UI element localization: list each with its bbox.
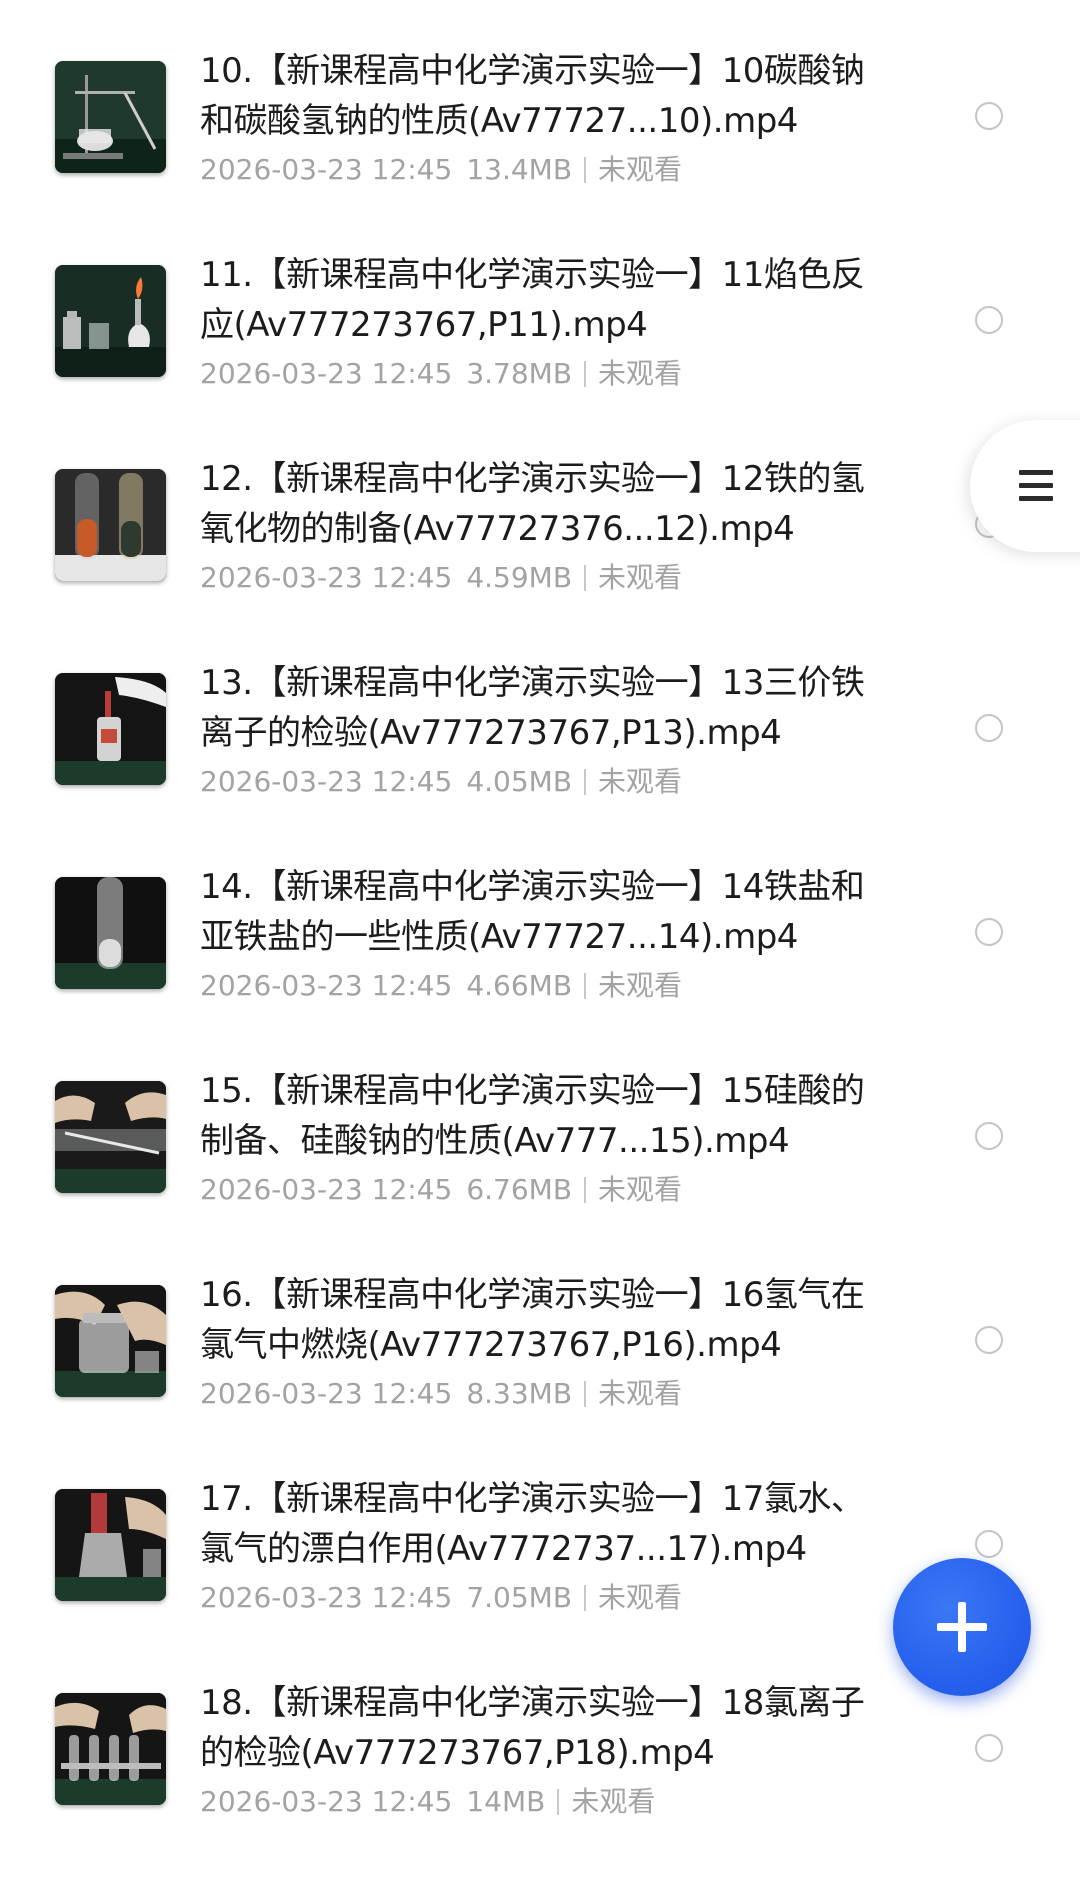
file-meta: 2026-03-23 12:45 14MB 未观看 <box>200 1784 655 1820</box>
add-button[interactable] <box>893 1558 1031 1696</box>
watch-status: 未观看 <box>598 1581 683 1614</box>
video-thumbnail[interactable] <box>55 469 166 581</box>
file-title: 11.【新课程高中化学演示实验一】11焰色反应(Av777273767,P11)… <box>200 255 865 345</box>
meta-divider <box>584 157 587 183</box>
list-item[interactable]: 15.【新课程高中化学演示实验一】15硅酸的制备、硅酸钠的性质(Av777...… <box>0 1071 1080 1282</box>
file-meta: 2026-03-23 12:45 6.76MB 未观看 <box>200 1172 682 1208</box>
select-radio[interactable] <box>975 1122 1003 1150</box>
meta-divider <box>584 361 587 387</box>
video-thumbnail[interactable] <box>55 1693 166 1805</box>
file-meta: 2026-03-23 12:45 13.4MB 未观看 <box>200 152 682 188</box>
file-size: 13.4MB <box>466 153 573 186</box>
video-thumbnail[interactable] <box>55 265 166 377</box>
file-size: 8.33MB <box>466 1377 573 1410</box>
file-size: 7.05MB <box>466 1581 573 1614</box>
meta-divider <box>584 1585 587 1611</box>
file-size: 4.05MB <box>466 765 573 798</box>
watch-status: 未观看 <box>598 969 683 1002</box>
video-thumbnail[interactable] <box>55 1285 166 1397</box>
select-radio[interactable] <box>975 714 1003 742</box>
tube-rack-icon <box>55 1693 166 1805</box>
menu-icon-line <box>1019 496 1053 501</box>
watch-status: 未观看 <box>598 357 683 390</box>
flask-dropper-icon <box>55 1489 166 1601</box>
dropper-bottle-icon <box>55 673 166 785</box>
video-thumbnail[interactable] <box>55 1081 166 1193</box>
file-title: 17.【新课程高中化学演示实验一】17氯水、氯气的漂白作用(Av7772737.… <box>200 1479 865 1569</box>
file-date: 2026-03-23 12:45 <box>200 969 453 1002</box>
video-thumbnail[interactable] <box>55 61 166 173</box>
file-date: 2026-03-23 12:45 <box>200 1785 453 1818</box>
file-size: 14MB <box>466 1785 546 1818</box>
list-item[interactable]: 10.【新课程高中化学演示实验一】10碳酸钠和碳酸氢钠的性质(Av77727..… <box>0 51 1080 262</box>
select-radio[interactable] <box>975 1326 1003 1354</box>
file-title: 16.【新课程高中化学演示实验一】16氢气在氯气中燃烧(Av777273767,… <box>200 1275 865 1365</box>
watch-status: 未观看 <box>598 1173 683 1206</box>
file-title: 18.【新课程高中化学演示实验一】18氯离子的检验(Av777273767,P1… <box>200 1683 865 1773</box>
file-date: 2026-03-23 12:45 <box>200 1581 453 1614</box>
watch-status: 未观看 <box>571 1785 656 1818</box>
list-item[interactable]: 14.【新课程高中化学演示实验一】14铁盐和亚铁盐的一些性质(Av77727..… <box>0 867 1080 1078</box>
watch-status: 未观看 <box>598 561 683 594</box>
meta-divider <box>584 973 587 999</box>
select-radio[interactable] <box>975 306 1003 334</box>
meta-divider <box>584 565 587 591</box>
select-radio[interactable] <box>975 1734 1003 1762</box>
file-date: 2026-03-23 12:45 <box>200 1173 453 1206</box>
file-date: 2026-03-23 12:45 <box>200 153 453 186</box>
test-tubes-icon <box>55 469 166 581</box>
file-meta: 2026-03-23 12:45 7.05MB 未观看 <box>200 1580 682 1616</box>
file-meta: 2026-03-23 12:45 4.59MB 未观看 <box>200 560 682 596</box>
burner-stand-icon <box>55 61 166 173</box>
menu-icon-line <box>1019 483 1053 488</box>
file-date: 2026-03-23 12:45 <box>200 357 453 390</box>
meta-divider <box>557 1789 560 1815</box>
list-item[interactable]: 12.【新课程高中化学演示实验一】12铁的氢氧化物的制备(Av77727376.… <box>0 459 1080 670</box>
file-title: 14.【新课程高中化学演示实验一】14铁盐和亚铁盐的一些性质(Av77727..… <box>200 867 865 957</box>
file-title: 15.【新课程高中化学演示实验一】15硅酸的制备、硅酸钠的性质(Av777...… <box>200 1071 865 1161</box>
list-item[interactable]: 18.【新课程高中化学演示实验一】18氯离子的检验(Av777273767,P1… <box>0 1683 1080 1894</box>
list-item[interactable]: 11.【新课程高中化学演示实验一】11焰色反应(Av777273767,P11)… <box>0 255 1080 466</box>
meta-divider <box>584 769 587 795</box>
plus-icon <box>937 1602 987 1652</box>
list-item[interactable]: 16.【新课程高中化学演示实验一】16氢气在氯气中燃烧(Av777273767,… <box>0 1275 1080 1486</box>
flame-test-icon <box>55 265 166 377</box>
menu-icon-line <box>1019 470 1053 475</box>
test-tube-icon <box>55 877 166 989</box>
file-meta: 2026-03-23 12:45 3.78MB 未观看 <box>200 356 682 392</box>
file-date: 2026-03-23 12:45 <box>200 765 453 798</box>
file-size: 4.66MB <box>466 969 573 1002</box>
file-title: 13.【新课程高中化学演示实验一】13三价铁离子的检验(Av777273767,… <box>200 663 865 753</box>
file-meta: 2026-03-23 12:45 4.05MB 未观看 <box>200 764 682 800</box>
list-item[interactable]: 13.【新课程高中化学演示实验一】13三价铁离子的检验(Av777273767,… <box>0 663 1080 874</box>
watch-status: 未观看 <box>598 1377 683 1410</box>
file-size: 6.76MB <box>466 1173 573 1206</box>
meta-divider <box>584 1177 587 1203</box>
file-size: 4.59MB <box>466 561 573 594</box>
glass-rod-icon <box>55 1081 166 1193</box>
select-radio[interactable] <box>975 918 1003 946</box>
select-radio[interactable] <box>975 102 1003 130</box>
file-date: 2026-03-23 12:45 <box>200 1377 453 1410</box>
file-title: 10.【新课程高中化学演示实验一】10碳酸钠和碳酸氢钠的性质(Av77727..… <box>200 51 865 141</box>
select-radio[interactable] <box>975 1530 1003 1558</box>
file-meta: 2026-03-23 12:45 8.33MB 未观看 <box>200 1376 682 1412</box>
menu-icon[interactable] <box>1019 470 1053 502</box>
file-size: 3.78MB <box>466 357 573 390</box>
video-thumbnail[interactable] <box>55 1489 166 1601</box>
file-date: 2026-03-23 12:45 <box>200 561 453 594</box>
watch-status: 未观看 <box>598 153 683 186</box>
gas-jar-icon <box>55 1285 166 1397</box>
file-meta: 2026-03-23 12:45 4.66MB 未观看 <box>200 968 682 1004</box>
video-thumbnail[interactable] <box>55 877 166 989</box>
meta-divider <box>584 1381 587 1407</box>
video-thumbnail[interactable] <box>55 673 166 785</box>
watch-status: 未观看 <box>598 765 683 798</box>
file-title: 12.【新课程高中化学演示实验一】12铁的氢氧化物的制备(Av77727376.… <box>200 459 865 549</box>
